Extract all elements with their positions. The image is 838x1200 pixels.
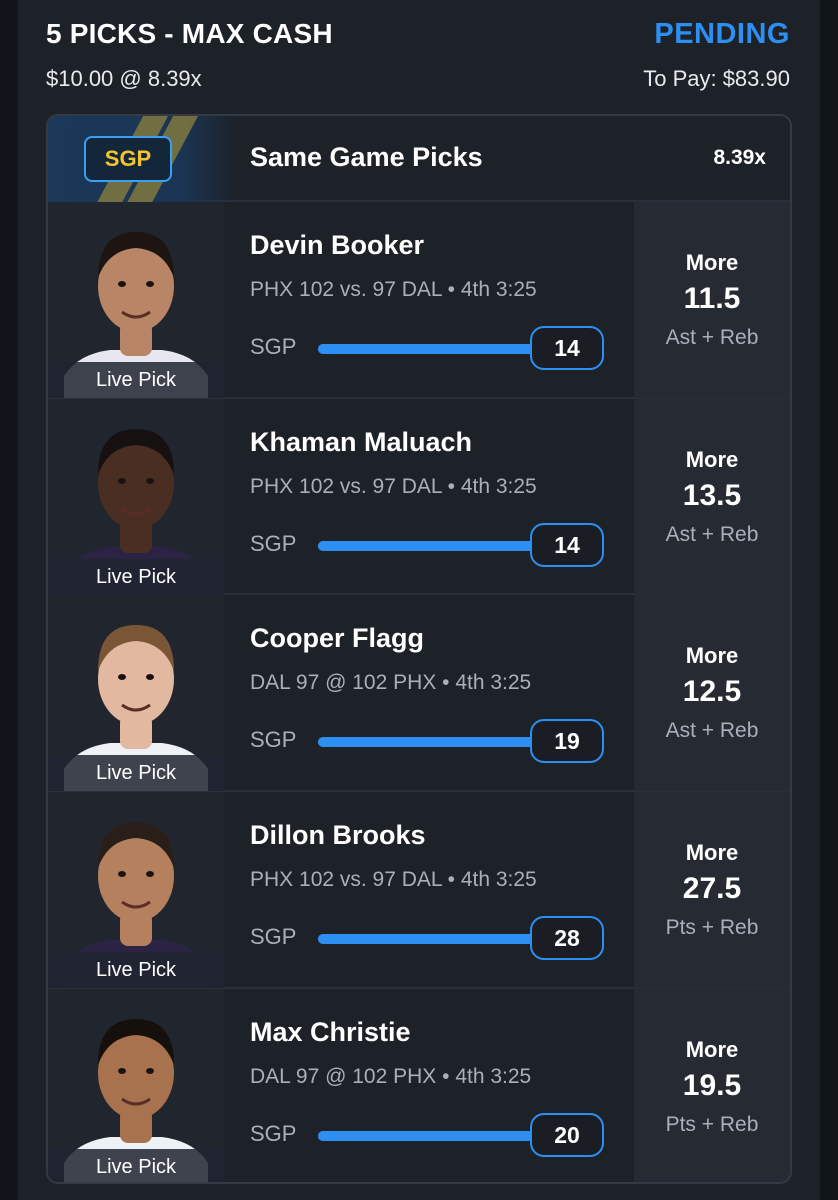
sgp-label: SGP — [250, 727, 297, 753]
game-score: PHX 102 vs. 97 DAL • 4th 3:25 — [250, 868, 537, 892]
pick-row[interactable]: Live Pick Dillon Brooks PHX 102 vs. 97 D… — [48, 792, 790, 989]
card-multiplier: 8.39x — [713, 146, 766, 169]
progress-fill — [318, 540, 534, 551]
current-stat-value: 28 — [530, 916, 604, 961]
game-score: PHX 102 vs. 97 DAL • 4th 3:25 — [250, 278, 537, 301]
progress-bar — [318, 934, 534, 945]
projection-panel: More 27.5 Pts + Reb — [634, 792, 790, 989]
live-pick-label: Live Pick — [48, 755, 224, 792]
player-photo: Live Pick — [48, 595, 224, 792]
current-stat-value: 20 — [530, 1112, 604, 1157]
projection-line: 27.5 — [682, 872, 742, 906]
picks-card: SGP Same Game Picks 8.39x Live Pick Devi… — [46, 114, 792, 1184]
projection-stat-type: Ast + Reb — [665, 522, 759, 546]
player-name: Khaman Maluach — [250, 426, 473, 457]
current-stat-value: 14 — [530, 522, 604, 567]
progress-bar — [318, 540, 534, 551]
entry-title: 5 PICKS - MAX CASH — [46, 18, 333, 49]
current-stat-value: 19 — [530, 719, 604, 764]
projection-line: 11.5 — [683, 282, 741, 315]
status-badge: PENDING — [654, 18, 790, 50]
projection-direction: More — [685, 446, 739, 472]
projection-direction: More — [685, 840, 739, 866]
bet-slip-screen: 5 PICKS - MAX CASH PENDING $10.00 @ 8.39… — [18, 0, 820, 1200]
projection-line: 13.5 — [682, 478, 742, 512]
projection-stat-type: Ast + Reb — [665, 326, 759, 349]
projection-direction: More — [685, 1036, 739, 1062]
game-score: PHX 102 vs. 97 DAL • 4th 3:25 — [250, 474, 537, 498]
projection-panel: More 13.5 Ast + Reb — [634, 398, 790, 595]
player-name: Devin Booker — [250, 230, 425, 260]
player-photo: Live Pick — [48, 988, 224, 1182]
projection-direction: More — [685, 643, 739, 669]
sgp-label: SGP — [250, 924, 297, 950]
live-pick-label: Live Pick — [48, 952, 224, 989]
pick-row[interactable]: Live Pick Devin Booker PHX 102 vs. 97 DA… — [48, 202, 790, 399]
projection-stat-type: Pts + Reb — [665, 916, 759, 940]
progress-bar — [318, 344, 534, 354]
entry-header: 5 PICKS - MAX CASH PENDING $10.00 @ 8.39… — [18, 0, 820, 110]
payout-amount: To Pay: $83.90 — [643, 66, 790, 91]
sgp-badge: SGP — [84, 136, 172, 182]
stake-multiplier: $10.00 @ 8.39x — [46, 66, 202, 91]
progress-bar — [318, 1130, 534, 1141]
progress-fill — [318, 934, 534, 945]
projection-direction: More — [685, 250, 739, 275]
projection-stat-type: Ast + Reb — [665, 719, 759, 743]
projection-panel: More 19.5 Pts + Reb — [634, 988, 790, 1182]
pick-row[interactable]: Live Pick Cooper Flagg DAL 97 @ 102 PHX … — [48, 595, 790, 793]
player-photo: Live Pick — [48, 398, 224, 595]
live-pick-label: Live Pick — [48, 558, 224, 595]
sgp-label: SGP — [250, 334, 297, 359]
progress-fill — [318, 1130, 534, 1141]
same-game-title: Same Game Picks — [250, 142, 483, 172]
live-pick-label: Live Pick — [48, 362, 224, 398]
projection-panel: More 12.5 Ast + Reb — [634, 595, 790, 792]
projection-stat-type: Pts + Reb — [665, 1112, 759, 1136]
projection-line: 12.5 — [682, 675, 742, 709]
game-score: DAL 97 @ 102 PHX • 4th 3:25 — [250, 1064, 532, 1088]
picks-list: Live Pick Devin Booker PHX 102 vs. 97 DA… — [48, 202, 790, 1182]
sgp-label: SGP — [250, 1120, 297, 1146]
progress-bar — [318, 737, 534, 748]
player-name: Dillon Brooks — [250, 820, 426, 851]
projection-panel: More 11.5 Ast + Reb — [634, 202, 790, 398]
pick-row[interactable]: Live Pick Max Christie DAL 97 @ 102 PHX … — [48, 988, 790, 1182]
same-game-header: SGP Same Game Picks 8.39x — [48, 116, 790, 202]
player-photo: Live Pick — [48, 202, 224, 398]
player-name: Cooper Flagg — [250, 623, 424, 654]
progress-fill — [318, 344, 534, 354]
projection-line: 19.5 — [682, 1068, 742, 1102]
pick-row[interactable]: Live Pick Khaman Maluach PHX 102 vs. 97 … — [48, 398, 790, 596]
current-stat-value: 14 — [530, 326, 604, 370]
live-pick-label: Live Pick — [48, 1148, 224, 1182]
player-name: Max Christie — [250, 1016, 411, 1047]
progress-fill — [318, 737, 534, 748]
sgp-label: SGP — [250, 530, 297, 556]
player-photo: Live Pick — [48, 792, 224, 989]
game-score: DAL 97 @ 102 PHX • 4th 3:25 — [250, 671, 532, 695]
